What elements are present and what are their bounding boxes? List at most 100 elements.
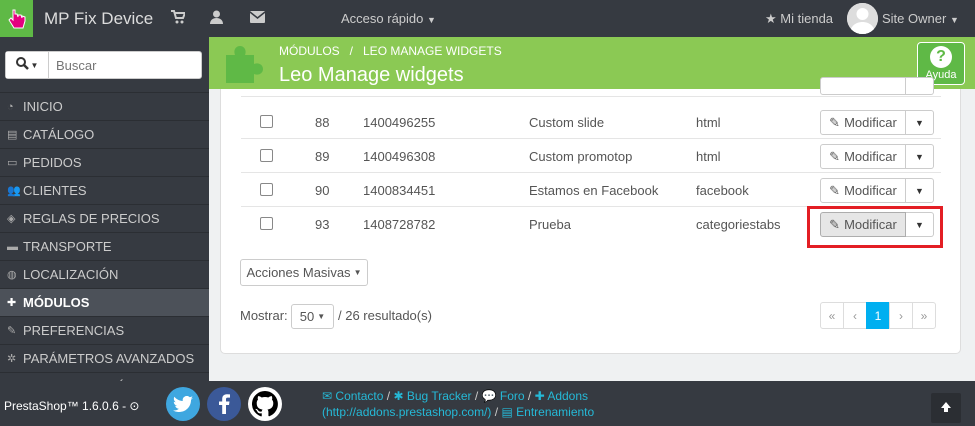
shop-name[interactable]: MP Fix Device	[44, 9, 153, 29]
per-page-select[interactable]: 50 ▼	[291, 304, 334, 329]
prestashop-logo[interactable]	[0, 0, 33, 37]
user-icon[interactable]	[210, 10, 223, 27]
arrow-up-icon	[940, 401, 952, 416]
page-nav-button[interactable]: »	[912, 302, 936, 329]
breadcrumb[interactable]: MÓDULOS / LEO MANAGE WIDGETS	[279, 44, 502, 58]
version-text: PrestaShop™ 1.6.0.6 -	[4, 399, 127, 413]
addons-url-link[interactable]: (http://addons.prestashop.com/)	[322, 405, 491, 419]
sidebar-item-catálogo[interactable]: ▤ CATÁLOGO	[0, 120, 209, 148]
envelope-icon: ✉	[322, 389, 333, 403]
pagination: «‹ 1 ›»	[820, 302, 936, 329]
sidebar-item-clientes[interactable]: 👥 CLIENTES	[0, 176, 209, 204]
avatar[interactable]	[847, 3, 878, 34]
scrollbar[interactable]	[961, 89, 975, 381]
edit-button[interactable]: ✎ Modificar	[820, 144, 906, 169]
sidebar-item-reglas-de-precios[interactable]: ◈ REGLAS DE PRECIOS	[0, 204, 209, 232]
puzzle-icon	[222, 41, 266, 88]
facebook-icon[interactable]	[207, 387, 241, 421]
caret-button[interactable]	[906, 77, 934, 95]
twitter-icon[interactable]	[166, 387, 200, 421]
truck-icon: ▬	[7, 240, 18, 253]
page-nav-button[interactable]: ‹	[843, 302, 867, 329]
envelope-icon[interactable]	[249, 10, 266, 26]
cell-key: 1400496308	[363, 149, 436, 164]
sidebar-item-módulos[interactable]: ✚ MÓDULOS	[0, 288, 209, 316]
pencil-icon: ✎	[829, 114, 841, 130]
search-input[interactable]	[52, 52, 200, 78]
edit-button[interactable]	[820, 77, 906, 95]
training-link[interactable]: Entrenamiento	[516, 405, 594, 419]
cell-id: 90	[315, 183, 330, 198]
row-actions-caret-button[interactable]: ▼	[906, 110, 934, 135]
top-navbar: MP Fix Device Acceso rápido ▼ ★ Mi tiend…	[0, 0, 975, 37]
edit-button[interactable]: ✎ Modificar	[820, 178, 906, 203]
github-icon[interactable]	[248, 387, 282, 421]
sidebar-item-label: TRANSPORTE	[23, 239, 112, 254]
results-count: / 26 resultado(s)	[338, 308, 432, 323]
row-checkbox[interactable]	[260, 115, 273, 128]
caret-down-icon: ▼	[915, 151, 924, 162]
edit-label: Modificar	[844, 115, 897, 130]
cell-name: Prueba	[529, 217, 571, 232]
sidebar-item-label: PREFERENCIAS	[23, 323, 125, 338]
forum-link[interactable]: Foro	[500, 389, 525, 403]
sidebar-item-label: LOCALIZACIÓN	[23, 267, 119, 282]
bulk-actions-button[interactable]: Acciones Masivas ▼	[240, 259, 368, 286]
version-label: PrestaShop™ 1.6.0.6 - ⊙	[4, 399, 139, 413]
book-icon: ▤	[7, 129, 18, 141]
owner-name: Site Owner	[882, 11, 947, 26]
footer-links: ✉ Contacto / ✱ Bug Tracker / 💬 Foro / ✚ …	[322, 389, 595, 419]
cell-key: 1400496255	[363, 115, 436, 130]
sidebar-item-transporte[interactable]: ▬ TRANSPORTE	[0, 232, 209, 260]
my-store-link[interactable]: ★ Mi tienda	[765, 11, 833, 27]
cell-key: 1408728782	[363, 217, 436, 232]
sidebar-item-administración[interactable]: ✲ADMINISTRACIÓN	[0, 372, 209, 381]
row-actions-caret-button[interactable]: ▼	[906, 144, 934, 169]
row-actions: ✎ Modificar ▼	[820, 144, 934, 169]
cogs-icon: ✲	[7, 353, 17, 365]
page-nav-button[interactable]: «	[820, 302, 844, 329]
cell-id: 89	[315, 149, 330, 164]
row-actions: ✎ Modificar ▼	[820, 110, 934, 135]
sidebar-item-localización[interactable]: ◍ LOCALIZACIÓN	[0, 260, 209, 288]
page-nav-button[interactable]: ›	[889, 302, 913, 329]
row-checkbox[interactable]	[260, 217, 273, 230]
star-icon: ★	[765, 11, 777, 26]
scroll-top-button[interactable]	[931, 393, 961, 423]
cart-icon[interactable]	[171, 10, 187, 27]
sidebar-item-label: CLIENTES	[23, 183, 87, 198]
pencil-icon: ✎	[829, 182, 841, 198]
table-row: 88 1400496255 Custom slide html ✎ Modificar ▼	[241, 105, 941, 139]
bug-icon: ✱	[393, 389, 404, 403]
table-row-partial	[241, 77, 941, 97]
quick-access-label: Acceso rápido	[341, 11, 424, 26]
pencil-icon: ✎	[829, 148, 841, 164]
sidebar-item-label: PARÁMETROS AVANZADOS	[23, 351, 195, 366]
page-current[interactable]: 1	[866, 302, 890, 329]
caret-down-icon: ▼	[427, 15, 436, 25]
contact-link[interactable]: Contacto	[335, 389, 383, 403]
row-checkbox[interactable]	[260, 183, 273, 196]
addons-link[interactable]: Addons	[547, 389, 588, 403]
sidebar-item-pedidos[interactable]: ▭ PEDIDOS	[0, 148, 209, 176]
employee-menu[interactable]: Site Owner ▼	[882, 11, 959, 26]
quick-access-dropdown[interactable]: Acceso rápido ▼	[341, 11, 436, 26]
partial-button-group[interactable]	[820, 77, 934, 95]
row-checkbox[interactable]	[260, 149, 273, 162]
sidebar-item-parámetros-avanzados[interactable]: ✲ PARÁMETROS AVANZADOS	[0, 344, 209, 372]
search-icon	[15, 57, 29, 73]
caret-down-icon: ▼	[915, 117, 924, 128]
per-page-value: 50	[299, 309, 315, 324]
row-actions-caret-button[interactable]: ▼	[906, 178, 934, 203]
sidebar-item-inicio[interactable]: ◔ INICIO	[0, 92, 209, 120]
edit-button[interactable]: ✎ Modificar	[820, 110, 906, 135]
credit-card-icon: ▭	[7, 157, 18, 169]
search-type-button[interactable]: ▼	[6, 52, 49, 78]
bug-tracker-link[interactable]: Bug Tracker	[407, 389, 472, 403]
sidebar-item-preferencias[interactable]: ✎ PREFERENCIAS	[0, 316, 209, 344]
cell-name: Custom promotop	[529, 149, 633, 164]
highlight-annotation	[807, 206, 943, 248]
table-row: 90 1400834451 Estamos en Facebook facebook ✎…	[241, 173, 941, 207]
my-store-label: Mi tienda	[780, 11, 834, 26]
wrench-icon: ✎	[7, 325, 17, 337]
